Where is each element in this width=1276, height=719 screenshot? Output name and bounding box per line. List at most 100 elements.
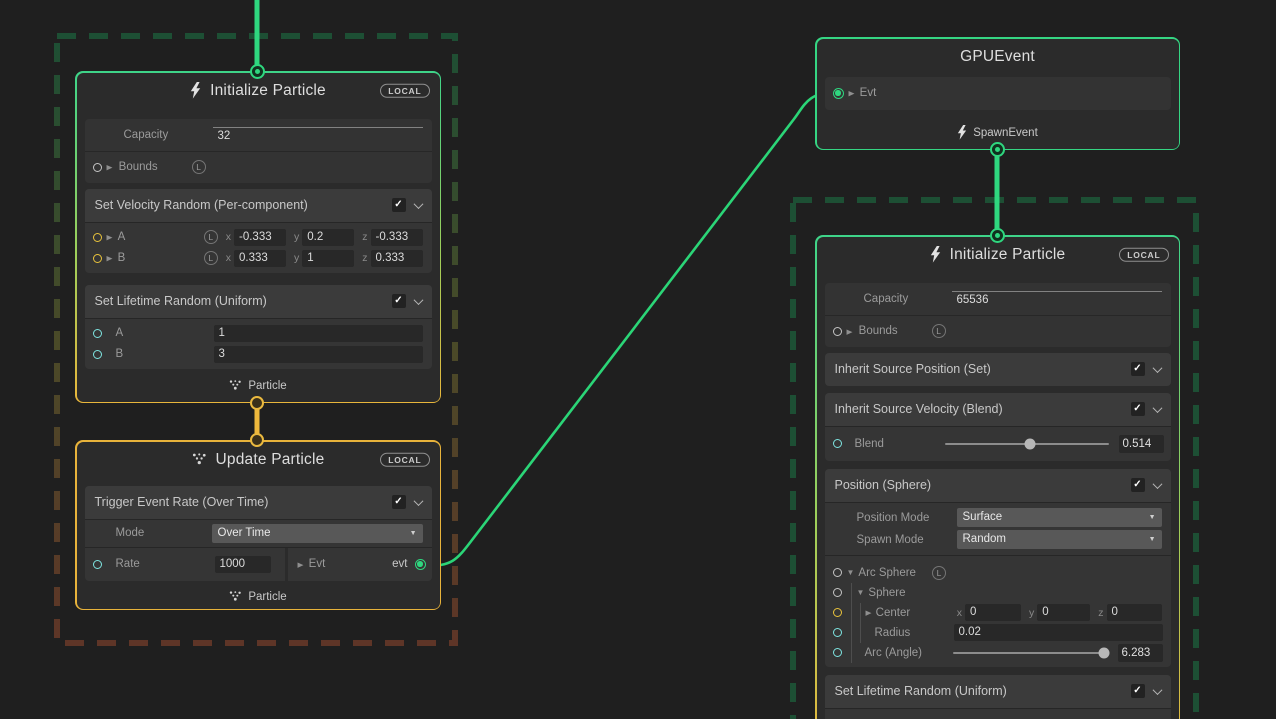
checkbox-checked-icon[interactable]: ✓: [1131, 684, 1145, 698]
checkbox-checked-icon[interactable]: ✓: [1131, 402, 1145, 416]
value-field[interactable]: 1: [214, 325, 423, 342]
arc-angle-slider[interactable]: [953, 652, 1108, 654]
bounds-port[interactable]: [93, 163, 102, 172]
local-space-icon[interactable]: L: [204, 230, 218, 244]
particle-input-port[interactable]: [250, 433, 264, 447]
expander-right-icon[interactable]: ▶: [847, 327, 853, 335]
y-field[interactable]: 0: [1037, 604, 1090, 621]
set-velocity-random-block[interactable]: Set Velocity Random (Per-component) ✓ ▶ …: [85, 189, 432, 273]
expander-down-icon[interactable]: ▼: [847, 568, 855, 577]
capacity-field[interactable]: 32: [213, 127, 423, 142]
expander-right-icon[interactable]: ▶: [107, 233, 113, 241]
block-header[interactable]: Inherit Source Velocity (Blend) ✓: [825, 393, 1171, 426]
set-lifetime-random-block[interactable]: Set Lifetime Random (Uniform) ✓ A 1 B 3: [85, 285, 432, 369]
rate-cell: Rate 1000: [85, 548, 285, 581]
inherit-source-position-block[interactable]: Inherit Source Position (Set) ✓: [825, 353, 1171, 386]
evt-input-port[interactable]: [833, 88, 844, 99]
particle-output-port[interactable]: [250, 396, 264, 410]
radius-label: Radius: [875, 627, 911, 639]
arcsphere-port[interactable]: [833, 568, 842, 577]
float-port[interactable]: [93, 329, 102, 338]
chevron-down-icon[interactable]: [413, 199, 423, 209]
z-field[interactable]: 0: [1107, 604, 1162, 621]
expander-right-icon[interactable]: ▶: [866, 608, 872, 616]
indent-guide: [860, 603, 861, 623]
expander-right-icon[interactable]: ▶: [107, 254, 113, 262]
local-space-icon[interactable]: L: [932, 566, 946, 580]
vector-port[interactable]: [93, 254, 102, 263]
local-space-icon[interactable]: L: [932, 324, 946, 338]
z-field[interactable]: 0.333: [371, 250, 423, 267]
capacity-field[interactable]: 65536: [952, 291, 1162, 306]
x-field[interactable]: 0.333: [234, 250, 286, 267]
checkbox-checked-icon[interactable]: ✓: [392, 294, 406, 308]
evt-to-gpuevent-edge[interactable]: [424, 92, 836, 566]
row-label: B: [116, 348, 124, 360]
gpuevent-context[interactable]: GPUEvent ▶ Evt SpawnEvent: [815, 37, 1180, 150]
particle-icon: [229, 591, 242, 602]
mode-dropdown[interactable]: Over Time: [212, 524, 423, 543]
y-field[interactable]: 1: [302, 250, 354, 267]
checkbox-checked-icon[interactable]: ✓: [392, 495, 406, 509]
expander-right-icon[interactable]: ▶: [107, 163, 113, 171]
rate-field[interactable]: 1000: [215, 556, 271, 573]
float-port[interactable]: [93, 560, 102, 569]
local-space-icon[interactable]: L: [192, 160, 206, 174]
y-field[interactable]: 0.2: [302, 229, 354, 246]
block-header[interactable]: Trigger Event Rate (Over Time) ✓: [85, 486, 432, 519]
chevron-down-icon[interactable]: [1152, 363, 1162, 373]
node-body: GPUEvent ▶ Evt SpawnEvent: [817, 39, 1179, 149]
spawn-input-port[interactable]: [250, 64, 265, 79]
node-body: Update Particle LOCAL Trigger Event Rate…: [77, 442, 440, 609]
position-mode-dropdown[interactable]: Surface: [957, 508, 1162, 527]
inherit-source-velocity-block[interactable]: Inherit Source Velocity (Blend) ✓ Blend …: [825, 393, 1171, 461]
evt-output-port[interactable]: [415, 559, 426, 570]
float-port[interactable]: [93, 350, 102, 359]
block-header[interactable]: Inherit Source Position (Set) ✓: [825, 353, 1171, 386]
checkbox-checked-icon[interactable]: ✓: [1131, 478, 1145, 492]
local-space-icon[interactable]: L: [204, 251, 218, 265]
initialize-particle-context-right[interactable]: Initialize Particle LOCAL Capacity 65536…: [815, 235, 1180, 719]
rate-label: Rate: [116, 558, 140, 570]
chevron-down-icon[interactable]: [413, 295, 423, 305]
checkbox-checked-icon[interactable]: ✓: [392, 198, 406, 212]
arc-angle-field[interactable]: 6.283: [1118, 644, 1163, 662]
initialize-particle-context-left[interactable]: Initialize Particle LOCAL Capacity 32 ▶ …: [75, 71, 441, 403]
chevron-down-icon[interactable]: [413, 496, 423, 506]
blend-slider[interactable]: [945, 443, 1109, 445]
update-particle-context[interactable]: Update Particle LOCAL Trigger Event Rate…: [75, 440, 441, 610]
blend-field[interactable]: 0.514: [1119, 435, 1164, 453]
set-lifetime-random-block[interactable]: Set Lifetime Random (Uniform) ✓: [825, 675, 1171, 719]
vector-port[interactable]: [833, 608, 842, 617]
trigger-event-rate-block[interactable]: Trigger Event Rate (Over Time) ✓ Mode Ov…: [85, 486, 432, 581]
sphere-port[interactable]: [833, 588, 842, 597]
float-port[interactable]: [833, 648, 842, 657]
float-port[interactable]: [833, 628, 842, 637]
x-field[interactable]: 0: [965, 604, 1021, 621]
spawn-mode-dropdown[interactable]: Random: [957, 530, 1162, 549]
chevron-down-icon[interactable]: [1152, 403, 1162, 413]
block-header[interactable]: Set Velocity Random (Per-component) ✓: [85, 189, 432, 222]
value-field[interactable]: 3: [214, 346, 423, 363]
x-field[interactable]: -0.333: [234, 229, 286, 246]
block-header[interactable]: Set Lifetime Random (Uniform) ✓: [85, 285, 432, 318]
vector-port[interactable]: [93, 233, 102, 242]
block-header[interactable]: Set Lifetime Random (Uniform) ✓: [825, 675, 1171, 708]
radius-field[interactable]: 0.02: [954, 624, 1163, 641]
vfx-graph-canvas[interactable]: Initialize Particle LOCAL Capacity 32 ▶ …: [0, 0, 1276, 719]
chevron-down-icon[interactable]: [1152, 685, 1162, 695]
gpuevent-output-port[interactable]: [990, 142, 1005, 157]
spawn-input-port-right[interactable]: [990, 228, 1005, 243]
expander-down-icon[interactable]: ▼: [857, 588, 865, 597]
slider-knob[interactable]: [1099, 647, 1110, 658]
node-header[interactable]: GPUEvent: [817, 39, 1179, 75]
block-header[interactable]: Position (Sphere) ✓: [825, 469, 1171, 502]
chevron-down-icon[interactable]: [1152, 479, 1162, 489]
lightning-icon: [190, 82, 201, 99]
position-sphere-block[interactable]: Position (Sphere) ✓ Position Mode Surfac…: [825, 469, 1171, 667]
checkbox-checked-icon[interactable]: ✓: [1131, 362, 1145, 376]
float-port[interactable]: [833, 439, 842, 448]
bounds-port[interactable]: [833, 327, 842, 336]
slider-knob[interactable]: [1024, 438, 1035, 449]
z-field[interactable]: -0.333: [371, 229, 423, 246]
